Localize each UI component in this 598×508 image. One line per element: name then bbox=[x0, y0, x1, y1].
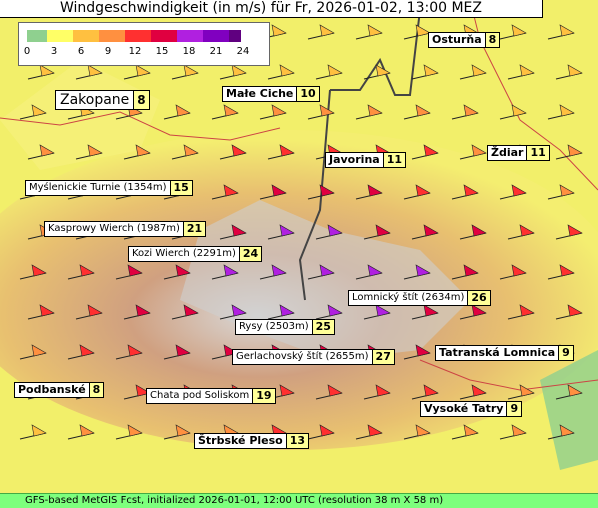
place-wind-value: 10 bbox=[297, 86, 320, 102]
place-wind-value: 25 bbox=[312, 319, 335, 335]
place-label-javorina: Javorina 11 bbox=[325, 152, 407, 168]
place-label-podbanske: Podbanské 8 bbox=[14, 382, 105, 398]
wind-map bbox=[0, 0, 598, 508]
place-wind-value: 27 bbox=[372, 349, 395, 365]
place-name: Rysy (2503m) bbox=[235, 319, 313, 335]
legend-tick: 0 bbox=[23, 46, 31, 57]
legend-tick: 15 bbox=[155, 46, 169, 57]
place-label-zakopane: Zakopane 8 bbox=[55, 90, 150, 110]
place-label-tatranska-lomnica: Tatranská Lomnica 9 bbox=[435, 345, 574, 361]
place-name: Kozi Wierch (2291m) bbox=[128, 246, 240, 262]
place-name: Myślenickie Turnie (1354m) bbox=[25, 180, 171, 196]
place-wind-value: 8 bbox=[485, 32, 501, 48]
model-info-footer: GFS-based MetGIS Fcst, initialized 2026-… bbox=[0, 493, 598, 508]
place-wind-value: 8 bbox=[134, 90, 150, 110]
map-title: Windgeschwindigkeit (in m/s) für Fr, 202… bbox=[0, 0, 543, 18]
legend-tick: 12 bbox=[128, 46, 142, 57]
place-name: Ždiar bbox=[487, 145, 528, 161]
legend-swatch bbox=[27, 30, 47, 42]
legend-color-bar bbox=[27, 30, 241, 42]
place-name: Javorina bbox=[325, 152, 384, 168]
legend-swatch bbox=[99, 30, 125, 42]
place-label-rysy: Rysy (2503m) 25 bbox=[235, 319, 335, 335]
wind-speed-legend: 0 3 6 9 12 15 18 21 24 bbox=[18, 22, 270, 66]
place-name: Chata pod Soliskom bbox=[146, 388, 254, 404]
legend-swatch bbox=[73, 30, 99, 42]
place-label-vysoke-tatry: Vysoké Tatry 9 bbox=[420, 401, 523, 417]
place-wind-value: 24 bbox=[239, 246, 263, 262]
legend-tick: 24 bbox=[236, 46, 250, 57]
legend-tick: 9 bbox=[104, 46, 112, 57]
place-name: Małe Ciche bbox=[222, 86, 298, 102]
legend-swatch bbox=[177, 30, 203, 42]
place-label-zdiar: Ždiar 11 bbox=[487, 145, 550, 161]
place-wind-value: 9 bbox=[559, 345, 574, 361]
place-label-gerlachovsky-stit: Gerlachovský štít (2655m) 27 bbox=[232, 349, 395, 365]
place-label-kasprowy-wierch: Kasprowy Wierch (1987m) 21 bbox=[44, 221, 207, 237]
legend-tick: 21 bbox=[209, 46, 223, 57]
place-wind-value: 19 bbox=[253, 388, 276, 404]
place-wind-value: 11 bbox=[383, 152, 407, 168]
place-label-kozi-wierch: Kozi Wierch (2291m) 24 bbox=[128, 246, 263, 262]
place-label-myslenickie-turnie: Myślenickie Turnie (1354m) 15 bbox=[25, 180, 193, 196]
place-name: Lomnický štít (2634m) bbox=[348, 290, 469, 306]
place-label-lomnicky-stit: Lomnický štít (2634m) 26 bbox=[348, 290, 491, 306]
place-wind-value: 26 bbox=[468, 290, 491, 306]
place-name: Podbanské bbox=[14, 382, 90, 398]
place-name: Kasprowy Wierch (1987m) bbox=[44, 221, 184, 237]
place-name: Tatranská Lomnica bbox=[435, 345, 560, 361]
legend-swatch bbox=[151, 30, 177, 42]
place-name: Vysoké Tatry bbox=[420, 401, 508, 417]
legend-swatch bbox=[203, 30, 229, 42]
place-wind-value: 13 bbox=[286, 433, 310, 449]
place-wind-value: 21 bbox=[183, 221, 207, 237]
legend-swatch bbox=[47, 30, 73, 42]
place-wind-value: 11 bbox=[527, 145, 550, 161]
place-name: Osturňa bbox=[428, 32, 486, 48]
place-label-chata-pod-soliskom: Chata pod Soliskom 19 bbox=[146, 388, 276, 404]
legend-tick: 3 bbox=[50, 46, 58, 57]
place-label-male-ciche: Małe Ciche 10 bbox=[222, 86, 320, 102]
place-wind-value: 8 bbox=[89, 382, 105, 398]
place-name: Štrbské Pleso bbox=[194, 433, 287, 449]
place-name: Zakopane bbox=[55, 90, 135, 110]
legend-swatch bbox=[125, 30, 151, 42]
place-wind-value: 9 bbox=[507, 401, 523, 417]
legend-tick: 18 bbox=[182, 46, 196, 57]
legend-swatch bbox=[229, 30, 241, 42]
place-label-osturna: Osturňa 8 bbox=[428, 32, 501, 48]
place-label-strbske-pleso: Štrbské Pleso 13 bbox=[194, 433, 310, 449]
place-name: Gerlachovský štít (2655m) bbox=[232, 349, 373, 365]
legend-tick: 6 bbox=[77, 46, 85, 57]
place-wind-value: 15 bbox=[170, 180, 193, 196]
